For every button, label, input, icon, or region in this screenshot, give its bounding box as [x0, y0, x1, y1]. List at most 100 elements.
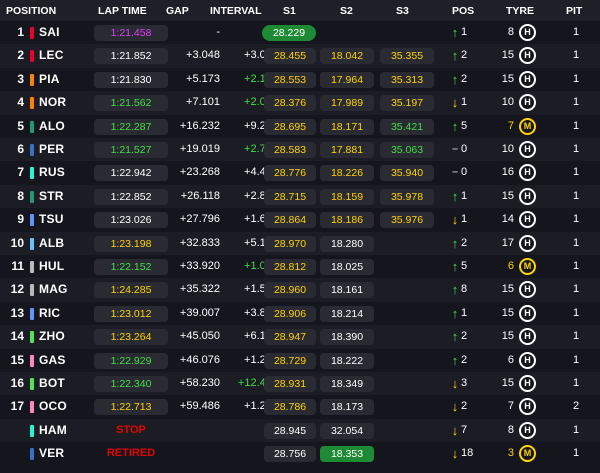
team-color-bar — [30, 307, 34, 320]
tyre-laps: 7 — [507, 119, 514, 132]
tyre-compound-icon: H — [519, 94, 536, 112]
table-row[interactable]: 15 GAS 1:22.929 +46.076 +1.231 28.729 18.222 ↑ 2… — [0, 349, 600, 372]
position-number: 9 — [17, 212, 24, 227]
sector-2-time: 17.964 — [320, 71, 374, 88]
header-tyre[interactable]: TYRE — [506, 5, 534, 17]
driver-code[interactable]: STR — [39, 185, 64, 208]
header-s2[interactable]: S2 — [340, 5, 353, 17]
driver-code[interactable]: TSU — [39, 208, 64, 231]
driver-code[interactable]: LEC — [39, 44, 64, 67]
driver-code[interactable]: OCO — [39, 395, 67, 418]
header-s1[interactable]: S1 — [283, 5, 296, 17]
positions-changed: 7 — [461, 423, 468, 436]
driver-code[interactable]: ALB — [39, 232, 64, 255]
table-row[interactable]: 12 MAG 1:24.285 +35.322 +1.542 28.960 18.161 ↑ 8… — [0, 278, 600, 302]
sector-2-time: 18.226 — [320, 165, 374, 182]
positions-changed: 2 — [461, 330, 468, 343]
sector-2-time: 18.042 — [320, 48, 374, 65]
team-color-bar — [30, 284, 34, 297]
arrow-up-icon: ↑ — [451, 305, 459, 321]
driver-code[interactable]: BOT — [39, 372, 65, 395]
arrow-up-icon: ↑ — [451, 282, 459, 298]
table-row[interactable]: VER RETIRED 28.756 18.353 ↓ 18 3 M 1 — [0, 442, 600, 465]
table-row[interactable]: 3 PIA 1:21.830 +5.173 +2.125 28.553 17.964 35.3… — [0, 68, 600, 91]
header-interval[interactable]: INTERVAL — [210, 5, 262, 17]
table-row[interactable]: 7 RUS 1:22.942 +23.268 +4.402 28.776 18.226 35.… — [0, 161, 600, 184]
driver-code[interactable]: MAG — [39, 278, 68, 301]
sector-1-time: 28.960 — [264, 282, 316, 299]
table-row[interactable]: 16 BOT 1:22.340 +58.230 +12.435 28.931 18.349 ↓… — [0, 372, 600, 396]
tyre-compound-icon: M — [519, 258, 536, 275]
tyre-laps: 15 — [501, 330, 514, 343]
driver-code[interactable]: SAI — [39, 21, 60, 44]
arrow-up-icon: ↑ — [451, 259, 459, 274]
pit-stops: 1 — [572, 189, 580, 202]
positions-changed: 2 — [461, 236, 468, 249]
table-row[interactable]: 4 NOR 1:21.562 +7.101 +2.036 28.376 17.989 35.1… — [0, 91, 600, 115]
sector-3-time: 35.978 — [380, 188, 434, 205]
sector-2-time: 18.280 — [320, 235, 374, 252]
positions-changed: 1 — [461, 189, 468, 202]
team-color-bar — [30, 424, 34, 437]
driver-code[interactable]: NOR — [39, 91, 66, 114]
position-number: 5 — [17, 118, 24, 133]
team-color-bar — [30, 401, 34, 414]
driver-code[interactable]: ZHO — [39, 325, 65, 348]
position-number: 1 — [17, 25, 24, 39]
header-pit[interactable]: PIT — [566, 5, 582, 17]
positions-changed: 2 — [461, 49, 468, 62]
sector-1-time: 28.945 — [264, 422, 316, 439]
tyre-laps: 17 — [501, 236, 514, 249]
driver-code[interactable]: PIA — [39, 68, 60, 91]
timing-table: POSITION LAP TIME GAP INTERVAL S1 S2 S3 … — [0, 0, 600, 473]
driver-code[interactable]: HUL — [39, 255, 64, 278]
driver-code[interactable]: GAS — [39, 349, 66, 372]
sector-1-time: 28.229 — [262, 25, 316, 41]
driver-code[interactable]: VER — [39, 442, 64, 465]
driver-code[interactable]: HAM — [39, 419, 67, 442]
header-gap[interactable]: GAP — [166, 5, 189, 17]
table-row[interactable]: 8 STR 1:22.852 +26.118 +2.862 28.715 18.159 35.… — [0, 184, 600, 209]
table-row[interactable]: 17 OCO 1:22.713 +59.486 +1.256 28.786 18.173 ↓ 2… — [0, 395, 600, 418]
tyre-laps: 8 — [507, 423, 514, 436]
table-row[interactable]: 9 TSU 1:23.026 +27.796 +1.661 28.864 18.186 35.… — [0, 208, 600, 231]
header-position[interactable]: POSITION — [6, 5, 56, 17]
tyre-compound-icon: H — [519, 398, 536, 416]
position-number: 2 — [17, 48, 24, 63]
header-pos[interactable]: POS — [452, 5, 474, 17]
table-row[interactable]: 13 RIC 1:23.012 +39.007 +3.885 28.906 18.214 ↑ 1… — [0, 302, 600, 325]
team-color-bar — [30, 448, 34, 461]
position-number: 14 — [10, 329, 24, 344]
sector-1-time: 28.970 — [264, 235, 316, 252]
table-row[interactable]: 5 ALO 1:22.287 +16.232 +9.201 28.695 18.171 35.… — [0, 115, 600, 138]
table-row[interactable]: 11 HUL 1:22.152 +33.920 +1.087 28.812 18.025 ↑ 5… — [0, 255, 600, 278]
position-number: 16 — [10, 376, 24, 390]
arrow-up-icon: ↑ — [451, 71, 459, 87]
driver-code[interactable]: PER — [39, 138, 64, 161]
sector-1-time: 28.729 — [264, 352, 316, 369]
driver-code[interactable]: ALO — [39, 115, 65, 138]
table-row[interactable]: 1SAI1:21.458--28.229↑18H1 — [0, 21, 600, 44]
table-row[interactable]: 2 LEC 1:21.852 +3.048 +3.048 28.455 18.042 35.3… — [0, 44, 600, 68]
positions-changed: 2 — [461, 72, 468, 85]
header-s3[interactable]: S3 — [396, 5, 409, 17]
table-row[interactable]: HAM STOP 28.945 32.054 ↓ 7 8 H 1 — [0, 418, 600, 443]
header-lap-time[interactable]: LAP TIME — [98, 5, 147, 17]
tyre-compound-icon: H — [519, 234, 536, 252]
position-number: 7 — [17, 165, 24, 180]
arrow-up-icon: ↑ — [451, 118, 459, 134]
arrow-up-icon: ↑ — [451, 188, 459, 204]
tyre-compound-icon: H — [519, 141, 536, 158]
position-number: 11 — [11, 259, 24, 273]
sector-2-time: 32.054 — [320, 422, 374, 439]
team-color-bar — [30, 167, 34, 180]
sector-1-time: 28.376 — [264, 95, 316, 112]
driver-code[interactable]: RIC — [39, 302, 60, 325]
table-row[interactable]: 10 ALB 1:23.198 +32.833 +5.127 28.970 18.280 ↑ 2… — [0, 231, 600, 255]
table-row[interactable]: 6 PER 1:21.527 +19.019 +2.795 28.583 17.881 35.… — [0, 138, 600, 162]
sector-1-time: 28.715 — [264, 188, 316, 205]
sector-3-time: 35.197 — [380, 95, 434, 112]
table-row[interactable]: 14 ZHO 1:23.264 +45.050 +6.139 28.947 18.390 ↑ 2… — [0, 325, 600, 349]
sector-1-time: 28.553 — [264, 71, 316, 88]
driver-code[interactable]: RUS — [39, 161, 65, 184]
